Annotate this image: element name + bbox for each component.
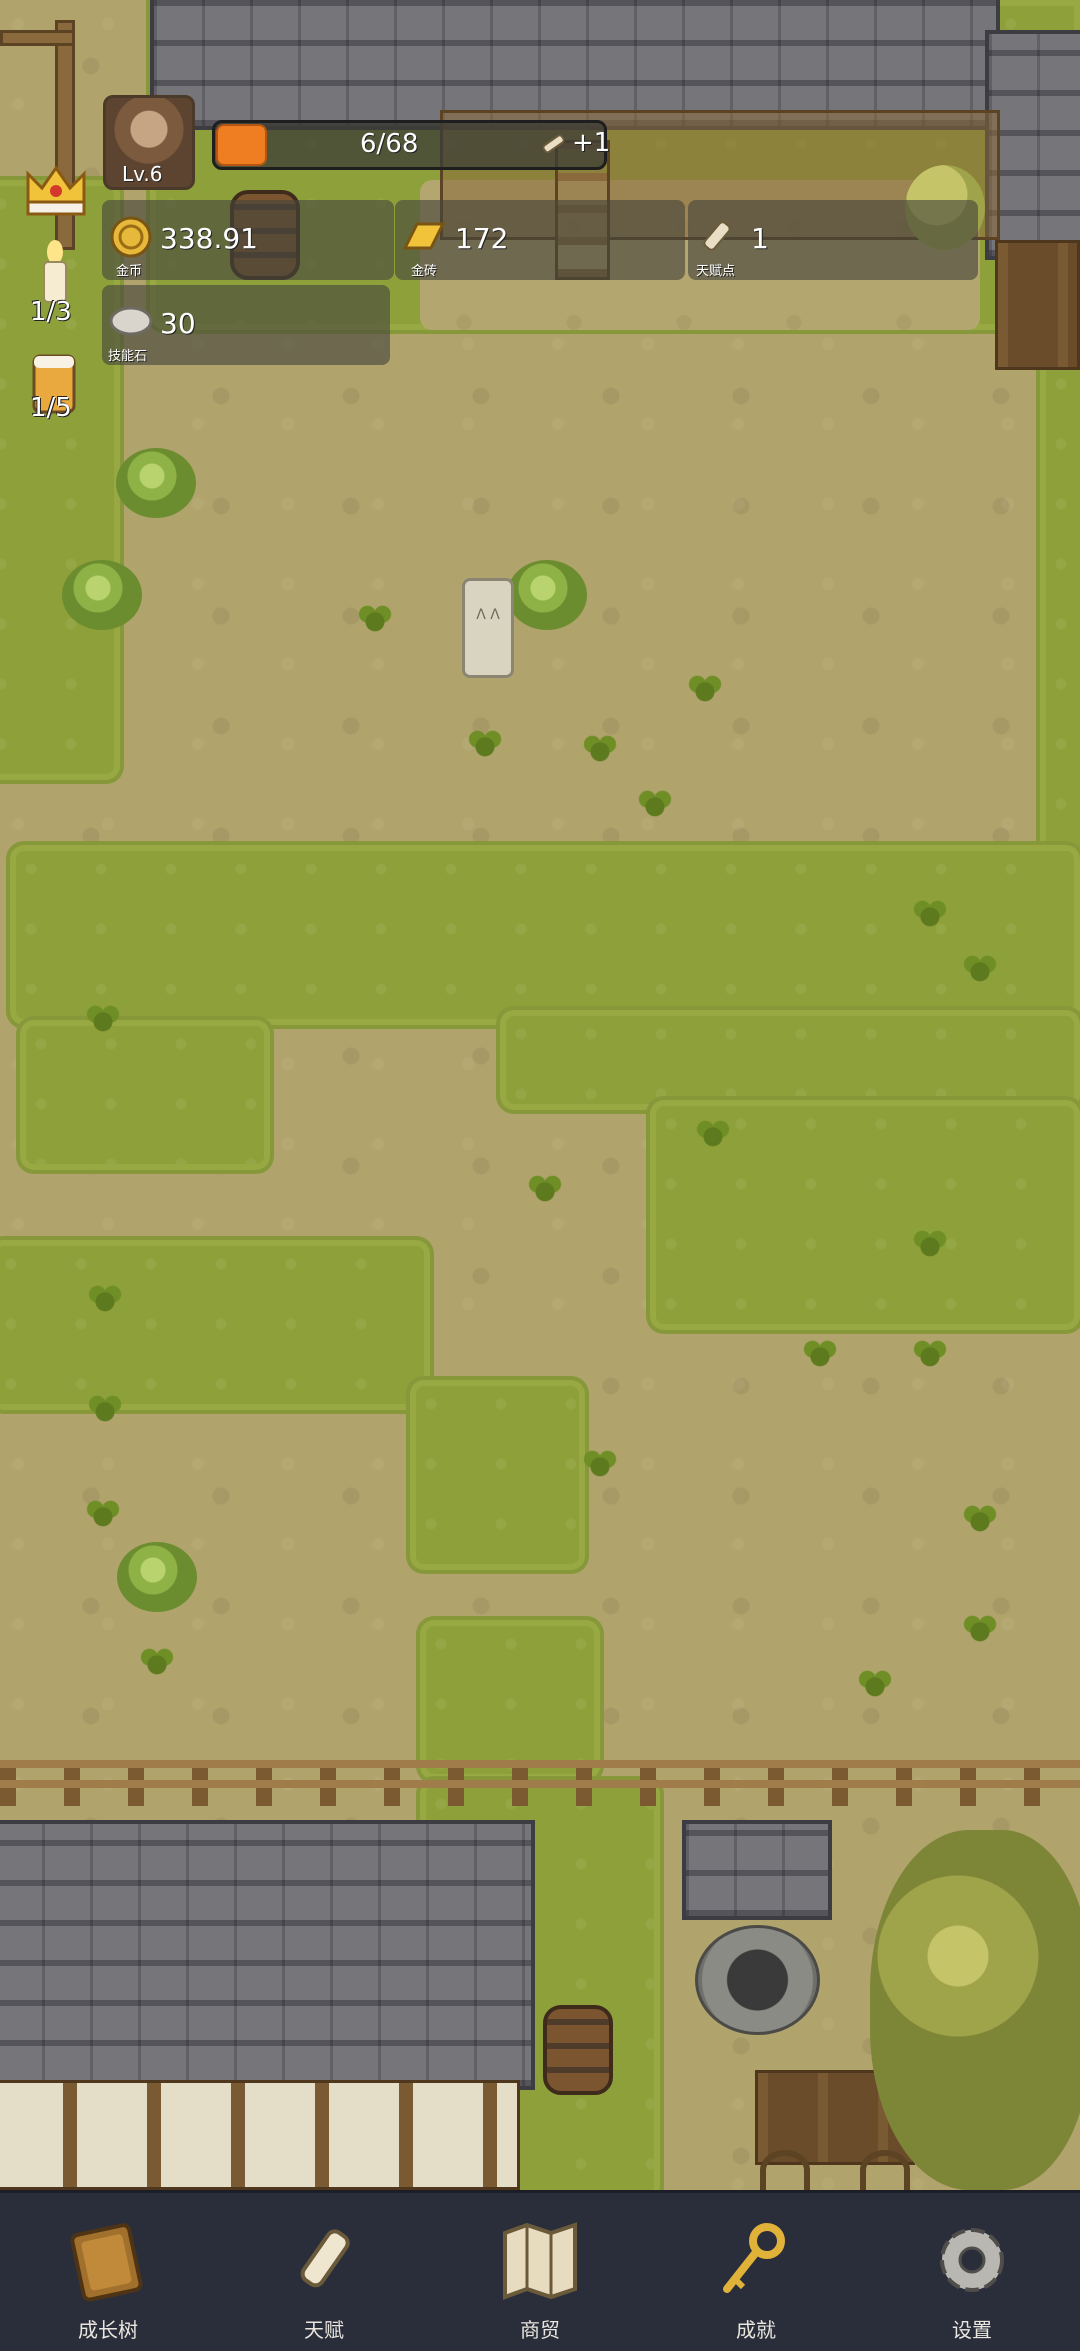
cart-wheel	[860, 2150, 910, 2190]
beer-count: 1/5	[30, 393, 72, 423]
tree	[870, 1830, 1080, 2190]
sprout-plant[interactable]	[688, 1110, 738, 1160]
talent-scroll-icon	[703, 221, 731, 251]
cabbage-plant[interactable]	[507, 560, 587, 630]
barrel	[543, 2005, 613, 2095]
sprout-plant[interactable]	[520, 1165, 570, 1215]
growth-book-icon	[70, 2223, 143, 2302]
well-roof	[682, 1820, 832, 1920]
sprout-plant[interactable]	[78, 995, 128, 1045]
scroll-icon	[542, 134, 565, 154]
talent-point-value: 1	[751, 222, 769, 255]
sprout-plant[interactable]	[80, 1385, 130, 1435]
sprout-plant[interactable]	[680, 665, 730, 715]
trade-map-icon	[503, 2222, 577, 2300]
skill-stone-label: 技能石	[108, 349, 148, 364]
carrot-plant[interactable]	[132, 1638, 182, 1688]
sprout-plant[interactable]	[795, 1330, 845, 1380]
nav-settings[interactable]: 设置	[864, 2193, 1080, 2351]
barn-roof	[0, 1820, 535, 2090]
xp-text: 6/68	[360, 129, 419, 159]
skill-stone-value: 30	[160, 307, 196, 340]
cart-wheel	[760, 2150, 810, 2190]
sprout-plant[interactable]	[78, 1490, 128, 1540]
settings-gear-icon	[940, 2228, 1004, 2292]
fence	[0, 1760, 1080, 1806]
gold-bar-value: 172	[455, 222, 509, 255]
talent-scroll-icon	[300, 2229, 350, 2288]
cabbage-plant[interactable]	[116, 448, 196, 518]
skill-stone-icon	[109, 306, 153, 336]
grass-patch	[500, 1010, 1080, 1110]
sprout-plant[interactable]	[460, 720, 510, 770]
talent-point-label: 天赋点	[696, 264, 736, 279]
grass-patch	[410, 1380, 585, 1570]
xp-bar-fill	[216, 124, 267, 166]
sprout-plant[interactable]	[80, 1275, 130, 1325]
nav-talent-label: 天赋	[304, 2318, 344, 2342]
stone-well[interactable]	[695, 1925, 820, 2035]
resource-gold-coin[interactable]: 338.91 金币	[102, 200, 394, 280]
xp-bonus-value: +1	[572, 128, 611, 158]
xp-bonus: +1	[538, 128, 610, 158]
nav-achievement-label: 成就	[736, 2318, 776, 2342]
resource-skill-stone[interactable]: 30 技能石	[102, 285, 390, 365]
grass-patch	[0, 1240, 430, 1410]
gold-bar-icon	[402, 222, 446, 250]
sprout-plant[interactable]	[955, 945, 1005, 995]
sprout-plant[interactable]	[630, 780, 680, 830]
sprout-plant[interactable]	[905, 1220, 955, 1270]
nav-achievement[interactable]: 成就	[648, 2193, 864, 2351]
crown-icon[interactable]	[22, 158, 90, 220]
grass-patch	[20, 1020, 270, 1170]
grass-patch	[420, 1620, 600, 1780]
sprout-plant[interactable]	[850, 1660, 900, 1710]
resource-talent-point[interactable]: 1 天赋点	[688, 200, 978, 280]
sprout-plant[interactable]	[955, 1605, 1005, 1655]
nav-growth-tree-label: 成长树	[78, 2318, 138, 2342]
carrot-plant[interactable]	[350, 595, 400, 645]
sprout-plant[interactable]	[955, 1495, 1005, 1545]
nav-trade-label: 商贸	[520, 2318, 560, 2342]
barn-wall	[0, 2080, 520, 2190]
gold-coin-value: 338.91	[160, 222, 258, 255]
achievement-key-icon	[723, 2223, 785, 2293]
nav-talent[interactable]: 天赋	[216, 2193, 432, 2351]
gallows-bar	[0, 30, 75, 46]
player-level: Lv.6	[122, 162, 163, 186]
nav-settings-label: 设置	[952, 2318, 992, 2342]
sprout-plant[interactable]	[575, 725, 625, 775]
cabbage-plant[interactable]	[62, 560, 142, 630]
gold-coin-icon	[110, 216, 152, 258]
ghost-spirit[interactable]: ᐱ ᐱ	[462, 578, 514, 678]
resource-gold-bar[interactable]: 172 金砖	[395, 200, 685, 280]
candle-count: 1/3	[30, 297, 72, 327]
sprout-plant[interactable]	[575, 1440, 625, 1490]
gold-bar-label: 金砖	[411, 264, 438, 279]
nav-trade[interactable]: 商贸	[432, 2193, 648, 2351]
gold-coin-label: 金币	[116, 264, 143, 279]
cabbage-plant[interactable]	[117, 1542, 197, 1612]
bottom-nav: 成长树 天赋 商贸 成就 设置	[0, 2190, 1080, 2351]
sprout-plant[interactable]	[905, 1330, 955, 1380]
house-wall-right	[995, 240, 1080, 370]
nav-growth-tree[interactable]: 成长树	[0, 2193, 216, 2351]
sprout-plant[interactable]	[905, 890, 955, 940]
